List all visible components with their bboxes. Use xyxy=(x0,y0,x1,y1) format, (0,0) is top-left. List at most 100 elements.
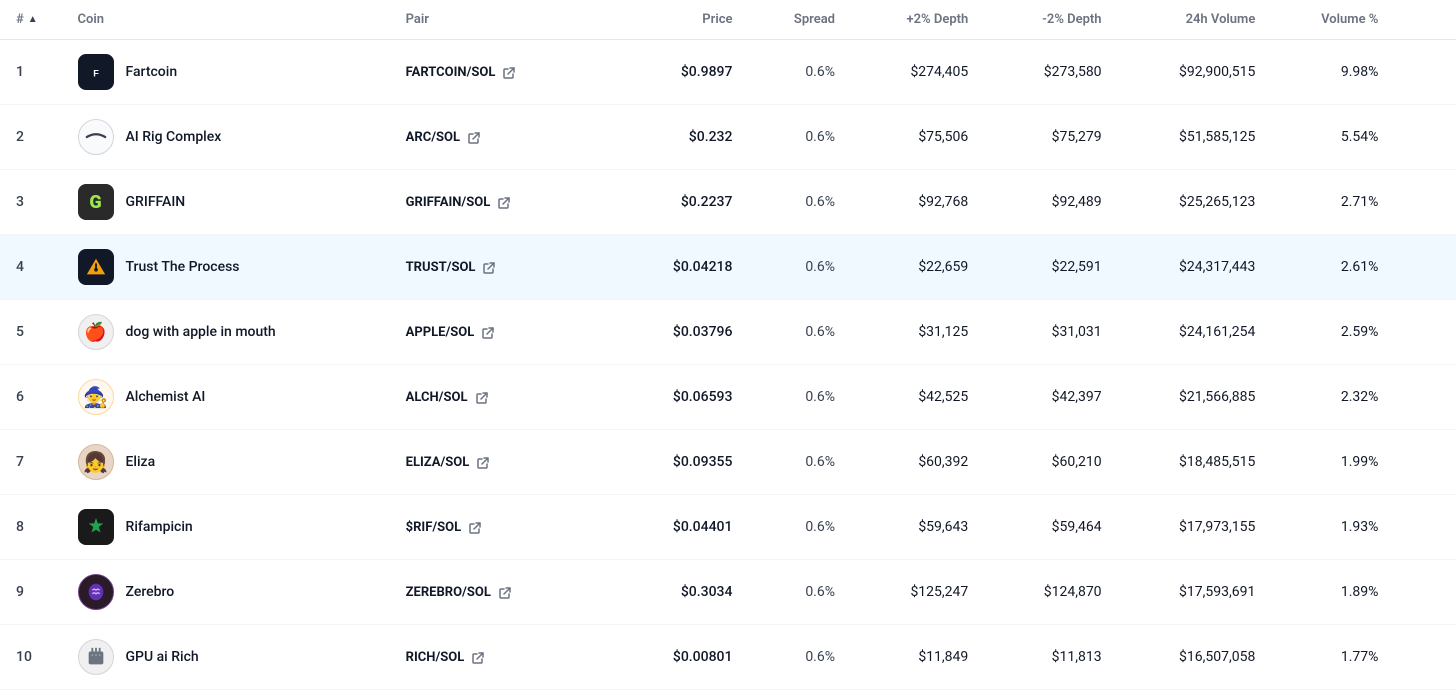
pair-cell-content[interactable]: ARC/SOL xyxy=(406,130,600,145)
cell-spread: 0.6% xyxy=(748,40,851,105)
cell-spread: 0.6% xyxy=(748,560,851,625)
cell-pair[interactable]: TRUST/SOL xyxy=(390,235,616,300)
external-link-icon[interactable] xyxy=(501,65,515,79)
table-header-row: # ▲ Coin Pair Price Spread +2% Depth xyxy=(0,0,1456,40)
pair-cell-content[interactable]: ELIZA/SOL xyxy=(406,455,600,470)
rank-sort[interactable]: # ▲ xyxy=(16,12,38,27)
pair-cell-content[interactable]: FARTCOIN/SOL xyxy=(406,65,600,80)
cell-extra xyxy=(1394,235,1456,300)
cell-coin: Rifampicin xyxy=(62,495,390,560)
pair-cell-content[interactable]: TRUST/SOL xyxy=(406,260,600,275)
header-depth-neg[interactable]: -2% Depth xyxy=(984,0,1117,40)
cell-spread: 0.6% xyxy=(748,105,851,170)
cell-extra xyxy=(1394,170,1456,235)
cell-price: $0.9897 xyxy=(615,40,748,105)
cell-coin: G GRIFFAIN xyxy=(62,170,390,235)
cell-spread: 0.6% xyxy=(748,300,851,365)
cell-depth-pos: $11,849 xyxy=(851,625,984,690)
cell-extra xyxy=(1394,365,1456,430)
pair-label: RICH/SOL xyxy=(406,650,465,665)
cell-price: $0.06593 xyxy=(615,365,748,430)
external-link-icon[interactable] xyxy=(480,325,494,339)
external-link-icon[interactable] xyxy=(467,520,481,534)
cell-volume: $25,265,123 xyxy=(1118,170,1272,235)
cell-vol-pct: 1.77% xyxy=(1271,625,1394,690)
header-depth-pos[interactable]: +2% Depth xyxy=(851,0,984,40)
coin-cell-content: F Fartcoin xyxy=(78,54,374,90)
cell-pair[interactable]: GRIFFAIN/SOL xyxy=(390,170,616,235)
cell-extra xyxy=(1394,105,1456,170)
external-link-icon[interactable] xyxy=(497,585,511,599)
market-table: # ▲ Coin Pair Price Spread +2% Depth xyxy=(0,0,1456,690)
coin-avatar: 🧙 xyxy=(78,379,114,415)
spread-label: Spread xyxy=(794,12,835,27)
market-table-container: # ▲ Coin Pair Price Spread +2% Depth xyxy=(0,0,1456,690)
cell-pair[interactable]: ALCH/SOL xyxy=(390,365,616,430)
pair-cell-content[interactable]: $RIF/SOL xyxy=(406,520,600,535)
header-rank[interactable]: # ▲ xyxy=(0,0,62,40)
header-coin[interactable]: Coin xyxy=(62,0,390,40)
external-link-icon[interactable] xyxy=(474,390,488,404)
table-row[interactable]: 4 Trust The Process TRUST/SOL $0.04218 0… xyxy=(0,235,1456,300)
table-body: 1 F Fartcoin FARTCOIN/SOL $0.9897 0.6% $… xyxy=(0,40,1456,690)
table-row[interactable]: 7 👧 Eliza ELIZA/SOL $0.09355 0.6% $60,39… xyxy=(0,430,1456,495)
coin-cell-content: 🧙 Alchemist AI xyxy=(78,379,374,415)
cell-pair[interactable]: ZEREBRO/SOL xyxy=(390,560,616,625)
coin-avatar: 👧 xyxy=(78,444,114,480)
cell-depth-neg: $60,210 xyxy=(984,430,1117,495)
cell-spread: 0.6% xyxy=(748,625,851,690)
depth-pos-label: +2% Depth xyxy=(906,12,968,27)
external-link-icon[interactable] xyxy=(481,260,495,274)
header-price[interactable]: Price xyxy=(615,0,748,40)
table-row[interactable]: 3 G GRIFFAIN GRIFFAIN/SOL $0.2237 0.6% $… xyxy=(0,170,1456,235)
pair-cell-content[interactable]: ALCH/SOL xyxy=(406,390,600,405)
cell-pair[interactable]: FARTCOIN/SOL xyxy=(390,40,616,105)
external-link-icon[interactable] xyxy=(475,455,489,469)
table-row[interactable]: 5 🍎 dog with apple in mouth APPLE/SOL $0… xyxy=(0,300,1456,365)
cell-pair[interactable]: ELIZA/SOL xyxy=(390,430,616,495)
pair-label: TRUST/SOL xyxy=(406,260,476,275)
external-link-icon[interactable] xyxy=(470,650,484,664)
table-row[interactable]: 6 🧙 Alchemist AI ALCH/SOL $0.06593 0.6% … xyxy=(0,365,1456,430)
table-row[interactable]: 2 AI Rig Complex ARC/SOL $0.232 0.6% $75… xyxy=(0,105,1456,170)
cell-volume: $24,161,254 xyxy=(1118,300,1272,365)
cell-coin: 👧 Eliza xyxy=(62,430,390,495)
cell-vol-pct: 1.89% xyxy=(1271,560,1394,625)
cell-price: $0.04401 xyxy=(615,495,748,560)
cell-pair[interactable]: RICH/SOL xyxy=(390,625,616,690)
cell-vol-pct: 2.32% xyxy=(1271,365,1394,430)
cell-extra xyxy=(1394,495,1456,560)
pair-cell-content[interactable]: APPLE/SOL xyxy=(406,325,600,340)
cell-depth-neg: $273,580 xyxy=(984,40,1117,105)
cell-volume: $51,585,125 xyxy=(1118,105,1272,170)
cell-depth-neg: $11,813 xyxy=(984,625,1117,690)
cell-pair[interactable]: $RIF/SOL xyxy=(390,495,616,560)
cell-volume: $17,973,155 xyxy=(1118,495,1272,560)
cell-rank: 6 xyxy=(0,365,62,430)
coin-avatar xyxy=(78,249,114,285)
cell-pair[interactable]: APPLE/SOL xyxy=(390,300,616,365)
pair-cell-content[interactable]: RICH/SOL xyxy=(406,650,600,665)
header-extra xyxy=(1394,0,1456,40)
header-pair[interactable]: Pair xyxy=(390,0,616,40)
header-spread[interactable]: Spread xyxy=(748,0,851,40)
external-link-icon[interactable] xyxy=(466,130,480,144)
pair-label: FARTCOIN/SOL xyxy=(406,65,496,80)
table-row[interactable]: 8 Rifampicin $RIF/SOL $0.04401 0.6% $59,… xyxy=(0,495,1456,560)
table-row[interactable]: 10 GPU ai Rich RICH/SOL xyxy=(0,625,1456,690)
pair-cell-content[interactable]: ZEREBRO/SOL xyxy=(406,585,600,600)
table-row[interactable]: 9 Zerebro ZEREBRO/SOL $0.3034 0.6% $125,… xyxy=(0,560,1456,625)
pair-cell-content[interactable]: GRIFFAIN/SOL xyxy=(406,195,600,210)
cell-depth-neg: $59,464 xyxy=(984,495,1117,560)
coin-name-label: Eliza xyxy=(126,454,156,470)
table-row[interactable]: 1 F Fartcoin FARTCOIN/SOL $0.9897 0.6% $… xyxy=(0,40,1456,105)
header-vol-pct[interactable]: Volume % xyxy=(1271,0,1394,40)
pair-label: GRIFFAIN/SOL xyxy=(406,195,491,210)
external-link-icon[interactable] xyxy=(496,195,510,209)
cell-volume: $17,593,691 xyxy=(1118,560,1272,625)
cell-spread: 0.6% xyxy=(748,170,851,235)
cell-price: $0.03796 xyxy=(615,300,748,365)
coin-cell-content: G GRIFFAIN xyxy=(78,184,374,220)
header-volume[interactable]: 24h Volume xyxy=(1118,0,1272,40)
cell-pair[interactable]: ARC/SOL xyxy=(390,105,616,170)
